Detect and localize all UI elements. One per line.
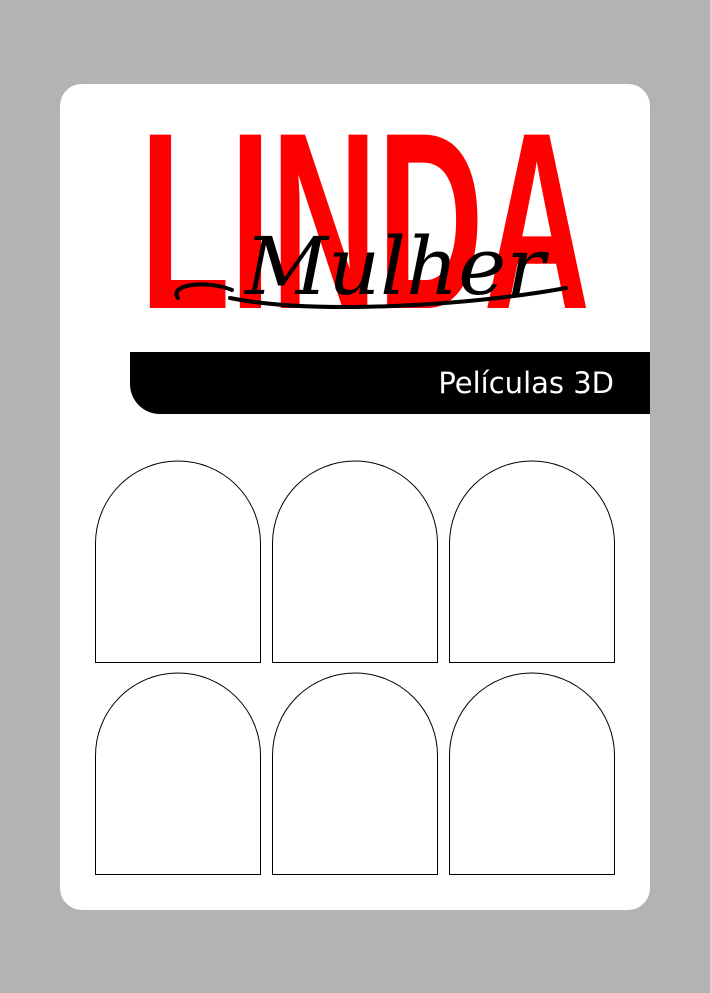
sticker-sheet-card: LINDA Mulher Películas 3D [60,84,650,910]
nail-slot [272,672,438,875]
nail-slot [272,460,438,663]
nail-slot [449,672,615,875]
nail-slot [95,460,261,663]
nail-slot [449,460,615,663]
nail-slot [95,672,261,875]
nail-slot-grid [95,460,615,875]
